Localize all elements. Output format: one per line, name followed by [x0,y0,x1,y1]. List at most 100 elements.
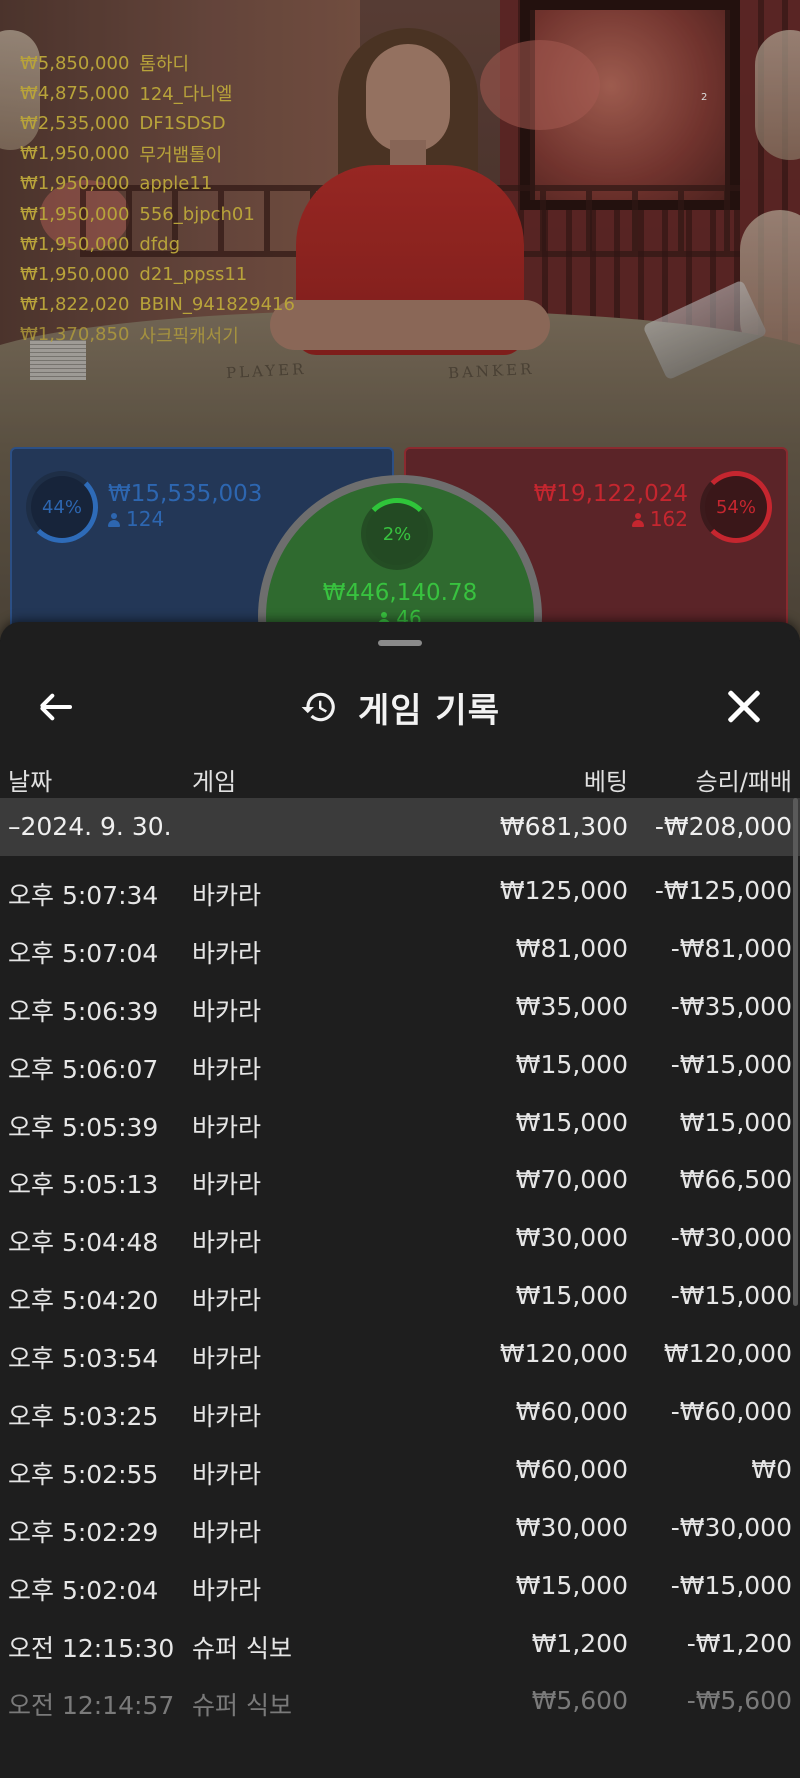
row-winloss: ₩15,000 [679,1107,792,1137]
row-winloss: ₩0 [751,1454,792,1484]
table-row[interactable]: 오전 12:15:30 슈퍼 식보 ₩1,200 -₩1,200 [0,1615,800,1673]
table-row[interactable]: 오후 5:07:34 바카라 ₩125,000 -₩125,000 [0,862,800,920]
row-bet: ₩35,000 [515,991,628,1021]
row-time: 오후 5:07:04 [8,938,159,968]
row-winloss: ₩66,500 [679,1165,792,1195]
column-date: 날짜 [8,768,53,796]
scrollbar[interactable] [793,798,798,1306]
leader-amount: ₩2,535,000 [20,112,130,134]
leaderboard-row: ₩1,950,000 d21_ppss11 [20,259,295,289]
row-time: 오후 5:04:48 [8,1228,159,1258]
leader-amount: ₩1,950,000 [20,203,130,225]
row-time: 오전 12:14:57 [8,1691,175,1721]
column-winloss: 승리/패배 [695,768,792,796]
player-percent-ring: 44% [26,471,98,543]
leader-name: DF1SDSD [139,112,226,134]
row-game: 바카라 [192,1286,262,1316]
person-icon [631,513,644,527]
table-row[interactable]: 오후 5:06:39 바카라 ₩35,000 -₩35,000 [0,978,800,1036]
drag-handle[interactable] [378,640,422,646]
table-row[interactable]: 오후 5:03:25 바카라 ₩60,000 -₩60,000 [0,1383,800,1441]
row-game: 바카라 [192,1228,262,1258]
row-game: 슈퍼 식보 [192,1691,292,1721]
banker-bettor-count: 162 [631,507,688,531]
row-game: 바카라 [192,1054,262,1084]
row-winloss: -₩35,000 [670,991,792,1021]
leader-amount: ₩1,370,850 [20,324,130,346]
table-row[interactable]: 오후 5:02:29 바카라 ₩30,000 -₩30,000 [0,1499,800,1557]
row-time: 오후 5:03:25 [8,1402,159,1432]
row-game: 바카라 [192,881,262,910]
player-count-value: 124 [126,507,165,531]
row-time: 오전 12:15:30 [8,1633,175,1663]
table-row[interactable]: 오후 5:05:39 바카라 ₩15,000 ₩15,000 [0,1094,800,1152]
leaderboard-row: ₩5,850,000 톰하디 [20,48,295,78]
row-game: 슈퍼 식보 [192,1633,292,1663]
row-bet: ₩15,000 [515,1049,628,1079]
row-time: 오후 5:06:39 [8,996,159,1026]
back-button[interactable] [36,686,78,728]
row-game: 바카라 [192,1112,262,1142]
player-percent: 44% [41,496,82,518]
banker-percent: 54% [715,496,756,518]
leaderboard-row: ₩1,822,020 BBIN_941829416 [20,290,295,320]
title-group: 게임 기록 [0,662,800,752]
close-button[interactable] [726,688,762,724]
row-time: 오후 5:02:55 [8,1459,159,1489]
player-bettor-count: 124 [108,507,164,531]
leader-name: 무거뱀톨이 [139,144,223,166]
leader-amount: ₩1,950,000 [20,173,130,195]
table-row[interactable]: 오후 5:06:07 바카라 ₩15,000 -₩15,000 [0,1036,800,1094]
leaderboard-row: ₩2,535,000 DF1SDSD [20,108,295,138]
banker-count-value: 162 [649,507,688,531]
table-row[interactable]: 오전 12:14:57 슈퍼 식보 ₩5,600 -₩5,600 [0,1672,800,1730]
row-game: 바카라 [192,1575,262,1605]
row-winloss: -₩30,000 [670,1512,792,1542]
game-history-sheet: 게임 기록 날짜 게임 베팅 승리/패배 –2024. 9. 30. ₩681,… [0,622,800,1778]
leader-name: apple11 [139,173,213,195]
row-winloss: -₩15,000 [670,1570,792,1600]
day-group-row[interactable]: –2024. 9. 30. ₩681,300 -₩208,000 [0,798,800,856]
row-winloss: -₩1,200 [686,1628,792,1658]
row-time: 오후 5:05:13 [8,1170,159,1200]
row-bet: ₩125,000 [499,876,628,905]
leaderboard-row: ₩1,370,850 사크픽캐서기 [20,320,295,350]
column-game: 게임 [192,768,237,796]
banker-percent-ring: 54% [700,471,772,543]
row-time: 오후 5:02:04 [8,1575,159,1605]
row-bet: ₩1,200 [531,1628,628,1658]
winners-leaderboard: ₩5,850,000 톰하디 ₩4,875,000 124_다니엘 ₩2,535,0… [20,48,295,350]
row-bet: ₩70,000 [515,1165,628,1195]
row-winloss: -₩60,000 [670,1397,792,1427]
row-winloss: -₩5,600 [686,1686,792,1716]
row-bet: ₩81,000 [515,933,628,963]
sheet-title: 게임 기록 [358,690,500,731]
leaderboard-row: ₩1,950,000 무거뱀톨이 [20,139,295,169]
history-list: 오후 5:07:34 바카라 ₩125,000 -₩125,000 오후 5:07:0… [0,862,800,1730]
leader-amount: ₩1,950,000 [20,143,130,165]
leaderboard-row: ₩1,950,000 apple11 [20,169,295,199]
tie-percent: 2% [382,523,412,545]
row-time: 오후 5:07:34 [8,881,159,910]
table-row[interactable]: 오후 5:02:04 바카라 ₩15,000 -₩15,000 [0,1557,800,1615]
row-game: 바카라 [192,1170,262,1200]
row-bet: ₩5,600 [531,1686,628,1716]
table-header: 날짜 게임 베팅 승리/패배 [0,752,800,802]
day-winloss-total: -₩208,000 [654,812,792,841]
leader-name: 톰하디 [139,54,190,76]
leader-amount: ₩1,950,000 [20,263,130,285]
table-row[interactable]: 오후 5:07:04 바카라 ₩81,000 -₩81,000 [0,920,800,978]
row-time: 오후 5:02:29 [8,1517,159,1547]
table-row[interactable]: 오후 5:05:13 바카라 ₩70,000 ₩66,500 [0,1151,800,1209]
leader-amount: ₩5,850,000 [20,52,130,74]
table-row[interactable]: 오후 5:03:54 바카라 ₩120,000 ₩120,000 [0,1325,800,1383]
row-winloss: -₩30,000 [670,1223,792,1253]
row-bet: ₩30,000 [515,1223,628,1253]
table-row[interactable]: 오후 5:04:20 바카라 ₩15,000 -₩15,000 [0,1267,800,1325]
table-row[interactable]: 오후 5:02:55 바카라 ₩60,000 ₩0 [0,1441,800,1499]
leader-name: 556_bjpch01 [139,203,255,225]
leaderboard-row: ₩1,950,000 dfdg [20,229,295,259]
table-row[interactable]: 오후 5:04:48 바카라 ₩30,000 -₩30,000 [0,1209,800,1267]
player-total-amount: ₩15,535,003 [108,481,263,507]
leader-amount: ₩1,822,020 [20,294,130,316]
